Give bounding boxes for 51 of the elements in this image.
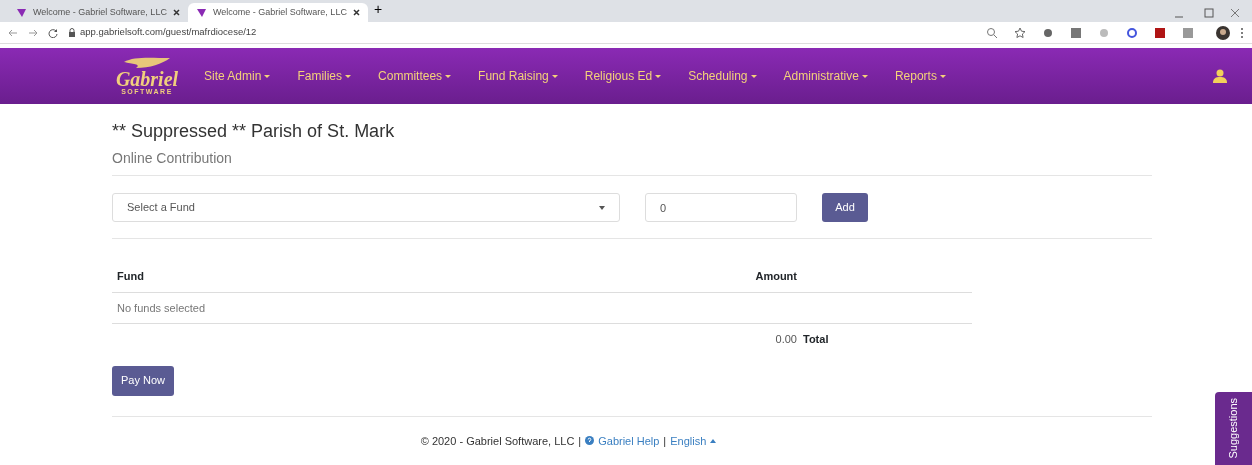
extension-icon[interactable] bbox=[1182, 26, 1194, 39]
amount-field[interactable]: 0 bbox=[645, 193, 797, 222]
reload-icon[interactable] bbox=[48, 27, 58, 38]
lock-icon bbox=[68, 27, 76, 38]
column-header: Amount bbox=[755, 269, 798, 284]
dropdown-icon bbox=[599, 205, 605, 210]
empty-message: No funds selected bbox=[117, 301, 206, 314]
total-label: Total bbox=[803, 332, 829, 347]
add-button[interactable]: Add bbox=[822, 193, 868, 222]
nav-menu[interactable]: Fund Raising bbox=[478, 67, 558, 85]
star-icon[interactable] bbox=[1014, 26, 1026, 39]
extension-icon[interactable] bbox=[1126, 26, 1138, 39]
forward-icon[interactable] bbox=[28, 27, 38, 38]
menu-icon[interactable] bbox=[1240, 26, 1244, 39]
copyright-text: © 2020 - Gabriel Software, LLC bbox=[420, 433, 575, 449]
address-bar[interactable]: app.gabrielsoft.com/guest/mafrdiocese/12 bbox=[80, 25, 970, 40]
pay-now-button[interactable]: Pay Now bbox=[112, 365, 175, 396]
extension-icon[interactable] bbox=[1042, 26, 1054, 39]
back-icon[interactable] bbox=[8, 27, 18, 38]
nav-menu[interactable]: Families bbox=[297, 67, 352, 85]
zoom-icon[interactable] bbox=[986, 26, 998, 39]
suggestions-tab[interactable]: Suggestions bbox=[1215, 392, 1252, 465]
help-icon[interactable] bbox=[585, 436, 595, 446]
fund-select[interactable]: Select a Fund bbox=[112, 193, 620, 222]
total-amount: 0.00 bbox=[774, 332, 797, 347]
close-icon[interactable] bbox=[353, 9, 360, 16]
help-link[interactable]: Gabriel Help bbox=[598, 432, 660, 449]
wings-icon bbox=[122, 56, 172, 70]
separator: | bbox=[578, 433, 582, 449]
language-link[interactable]: English bbox=[670, 432, 707, 449]
maximize-icon[interactable] bbox=[1204, 8, 1214, 18]
user-icon[interactable] bbox=[1212, 69, 1227, 83]
caret-up-icon[interactable] bbox=[710, 438, 717, 443]
nav-menu[interactable]: Site Admin bbox=[204, 67, 271, 85]
nav-menu[interactable]: Religious Ed bbox=[584, 67, 662, 85]
new-tab-button[interactable]: + bbox=[374, 0, 383, 20]
page-title: ** Suppressed ** Parish of St. Mark bbox=[112, 120, 396, 142]
nav-menu[interactable]: Administrative bbox=[783, 67, 868, 85]
nav-menu[interactable]: Committees bbox=[378, 67, 452, 85]
nav-menu[interactable]: Scheduling bbox=[688, 67, 757, 85]
browser-tab[interactable]: Welcome - Gabriel Software, LLC bbox=[188, 3, 368, 22]
avatar-icon[interactable] bbox=[1216, 25, 1230, 40]
separator: | bbox=[663, 433, 667, 449]
column-header: Fund bbox=[116, 269, 145, 284]
favicon-icon bbox=[196, 7, 207, 18]
extension-icon[interactable] bbox=[1070, 26, 1082, 39]
favicon-icon bbox=[16, 7, 27, 18]
nav-menu[interactable]: Reports bbox=[894, 67, 946, 85]
browser-tab[interactable]: Welcome - Gabriel Software, LLC bbox=[8, 3, 188, 22]
close-icon[interactable] bbox=[173, 9, 180, 16]
page-subtitle: Online Contribution bbox=[112, 149, 233, 168]
